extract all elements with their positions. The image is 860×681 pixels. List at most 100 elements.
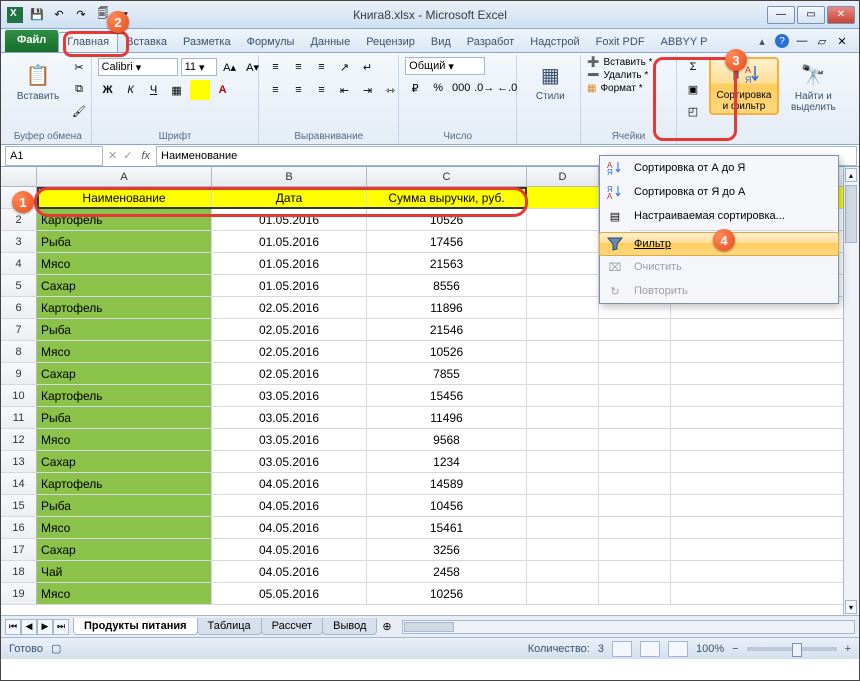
cell[interactable] [599, 319, 671, 341]
cell[interactable]: 15456 [367, 385, 527, 407]
cell[interactable] [599, 539, 671, 561]
print-preview-icon[interactable]: 🗐 [95, 7, 111, 23]
row-header[interactable]: 1 [1, 187, 37, 209]
row-header[interactable]: 9 [1, 363, 37, 385]
cell[interactable]: 03.05.2016 [212, 385, 367, 407]
align-top-icon[interactable]: ≡ [265, 57, 285, 77]
row-header[interactable]: 15 [1, 495, 37, 517]
italic-icon[interactable]: К [121, 80, 141, 100]
fill-icon[interactable]: ▣ [683, 79, 703, 99]
merge-icon[interactable]: ⇿ [380, 80, 400, 100]
cell[interactable] [527, 583, 599, 605]
cell[interactable] [527, 253, 599, 275]
cell[interactable] [599, 473, 671, 495]
cell[interactable] [527, 561, 599, 583]
align-right-icon[interactable]: ≡ [311, 80, 331, 100]
cell[interactable]: 01.05.2016 [212, 231, 367, 253]
cell[interactable] [671, 363, 859, 385]
cell[interactable]: 04.05.2016 [212, 473, 367, 495]
save-icon[interactable]: 💾 [29, 7, 45, 23]
cell[interactable]: 04.05.2016 [212, 517, 367, 539]
redo-icon[interactable]: ↷ [73, 7, 89, 23]
decrease-decimal-icon[interactable]: ←.0 [497, 78, 517, 98]
tab-file[interactable]: Файл [5, 30, 58, 52]
sheet-nav-prev-icon[interactable]: ◀ [21, 619, 37, 635]
wb-close-icon[interactable]: ✕ [835, 34, 849, 48]
cell[interactable] [527, 209, 599, 231]
tab-layout[interactable]: Разметка [175, 33, 239, 52]
tab-data[interactable]: Данные [302, 33, 358, 52]
row-header[interactable]: 17 [1, 539, 37, 561]
cell[interactable] [527, 385, 599, 407]
cell[interactable]: Картофель [37, 297, 212, 319]
increase-decimal-icon[interactable]: .0→ [474, 78, 494, 98]
cell[interactable] [527, 187, 599, 209]
cell[interactable]: 02.05.2016 [212, 363, 367, 385]
row-header[interactable]: 18 [1, 561, 37, 583]
autosum-icon[interactable]: Σ [683, 57, 703, 77]
cell[interactable]: 02.05.2016 [212, 341, 367, 363]
formula-enter-icon[interactable]: ✓ [120, 149, 135, 162]
align-bottom-icon[interactable]: ≡ [311, 57, 331, 77]
cell[interactable] [527, 495, 599, 517]
cell[interactable] [527, 319, 599, 341]
tab-abbyy[interactable]: ABBYY P [653, 33, 716, 52]
clear-icon[interactable]: ◰ [683, 101, 703, 121]
cut-icon[interactable]: ✂ [69, 57, 89, 77]
cell[interactable] [671, 429, 859, 451]
cell[interactable] [527, 407, 599, 429]
increase-indent-icon[interactable]: ⇥ [357, 80, 377, 100]
wrap-text-icon[interactable]: ↵ [357, 57, 377, 77]
cell[interactable]: 10526 [367, 209, 527, 231]
cell[interactable]: 03.05.2016 [212, 429, 367, 451]
scrollbar-thumb[interactable] [845, 185, 857, 243]
styles-button[interactable]: ▦ Стили [523, 57, 577, 106]
bold-icon[interactable]: Ж [98, 80, 118, 100]
cell[interactable] [671, 561, 859, 583]
sheet-nav-next-icon[interactable]: ▶ [37, 619, 53, 635]
cell[interactable] [599, 429, 671, 451]
cell[interactable]: 17456 [367, 231, 527, 253]
cell[interactable]: Мясо [37, 583, 212, 605]
sheet-nav-first-icon[interactable]: ⏮ [5, 619, 21, 635]
cell[interactable] [671, 341, 859, 363]
font-size-combo[interactable]: 11▾ [181, 58, 217, 76]
cell[interactable] [527, 539, 599, 561]
new-sheet-icon[interactable]: ⊕ [376, 620, 397, 633]
cell[interactable]: 02.05.2016 [212, 297, 367, 319]
cell[interactable]: 04.05.2016 [212, 495, 367, 517]
cell[interactable] [599, 407, 671, 429]
underline-icon[interactable]: Ч [144, 80, 164, 100]
column-header-d[interactable]: D [527, 167, 599, 186]
ribbon-minimize-icon[interactable]: ▴ [755, 34, 769, 48]
sort-filter-button[interactable]: АЯ Сортировка и фильтр [709, 57, 779, 115]
tab-formulas[interactable]: Формулы [239, 33, 303, 52]
zoom-out-icon[interactable]: − [732, 643, 738, 655]
cell[interactable]: 03.05.2016 [212, 407, 367, 429]
maximize-button[interactable]: ▭ [797, 6, 825, 24]
menu-filter[interactable]: Фильтр [599, 232, 839, 256]
cell[interactable]: 04.05.2016 [212, 539, 367, 561]
row-header[interactable]: 4 [1, 253, 37, 275]
cells-insert[interactable]: ➕Вставить * [587, 57, 653, 68]
cell[interactable]: 10456 [367, 495, 527, 517]
view-layout-icon[interactable] [640, 641, 660, 657]
cell[interactable] [527, 451, 599, 473]
zoom-slider[interactable] [747, 647, 837, 651]
grow-font-icon[interactable]: A▴ [220, 57, 240, 77]
zoom-in-icon[interactable]: + [845, 643, 851, 655]
cell[interactable]: 05.05.2016 [212, 583, 367, 605]
cell[interactable] [527, 341, 599, 363]
cells-delete[interactable]: ➖Удалить * [587, 70, 648, 81]
cell[interactable] [599, 495, 671, 517]
qat-more-icon[interactable]: ▾ [117, 7, 133, 23]
cell[interactable]: Мясо [37, 429, 212, 451]
cell[interactable] [671, 539, 859, 561]
wb-minimize-icon[interactable]: — [795, 34, 809, 48]
cell[interactable] [671, 385, 859, 407]
cell[interactable] [527, 297, 599, 319]
cell[interactable] [527, 429, 599, 451]
cell[interactable]: Картофель [37, 385, 212, 407]
row-header[interactable]: 2 [1, 209, 37, 231]
cell[interactable] [527, 275, 599, 297]
